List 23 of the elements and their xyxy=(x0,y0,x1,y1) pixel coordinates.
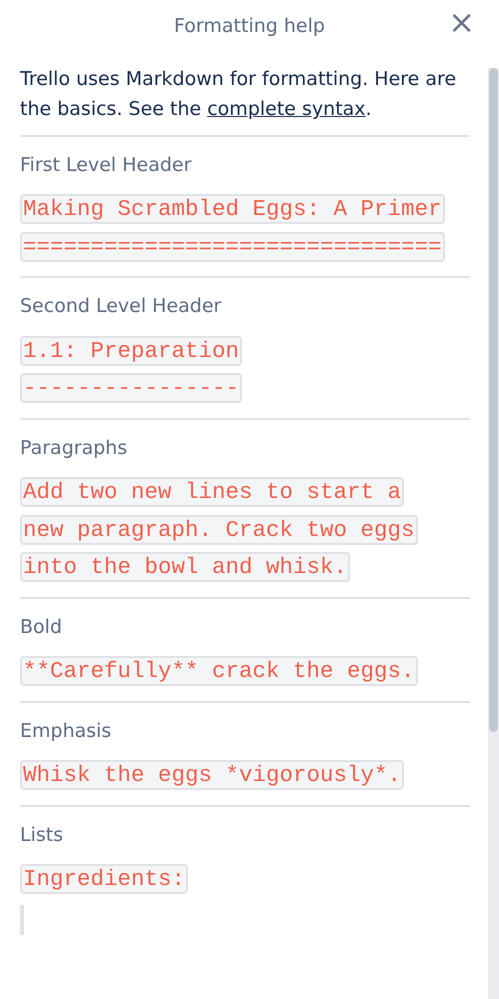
code-snippet: =============================== xyxy=(20,232,445,262)
section-heading: Bold xyxy=(20,614,63,640)
scrollbar-thumb[interactable] xyxy=(489,68,498,732)
section-heading: Emphasis xyxy=(20,718,112,744)
panel-title: Formatting help xyxy=(174,14,325,39)
code-snippet: 1.1: Preparation xyxy=(20,336,242,366)
section-heading: Lists xyxy=(20,822,64,848)
syntax-link[interactable]: complete syntax xyxy=(207,98,366,120)
scrollbar-track[interactable] xyxy=(488,68,499,999)
code-snippet: Ingredients: xyxy=(20,864,188,894)
section-heading: First Level Header xyxy=(20,152,192,178)
section-heading: Paragraphs xyxy=(20,436,128,461)
code-fragment xyxy=(20,904,24,935)
section-heading: Second Level Header xyxy=(20,294,222,320)
code-snippet: **Carefully** crack the eggs. xyxy=(20,656,418,686)
code-snippet: ---------------- xyxy=(20,373,242,404)
code-snippet: Making Scrambled Eggs: A Primer xyxy=(20,194,445,224)
intro-text: Trello uses Markdown for formatting. Here are the basics. See the complete syntax. xyxy=(20,67,458,122)
code-snippet: Add two new lines to start a xyxy=(20,477,404,508)
code-snippet: Whisk the eggs *vigorously*. xyxy=(20,760,404,790)
code-snippet: into the bowl and whisk. xyxy=(20,552,350,582)
code-snippet: new paragraph. Crack two eggs xyxy=(20,514,418,545)
close-button[interactable]: × xyxy=(444,6,479,38)
